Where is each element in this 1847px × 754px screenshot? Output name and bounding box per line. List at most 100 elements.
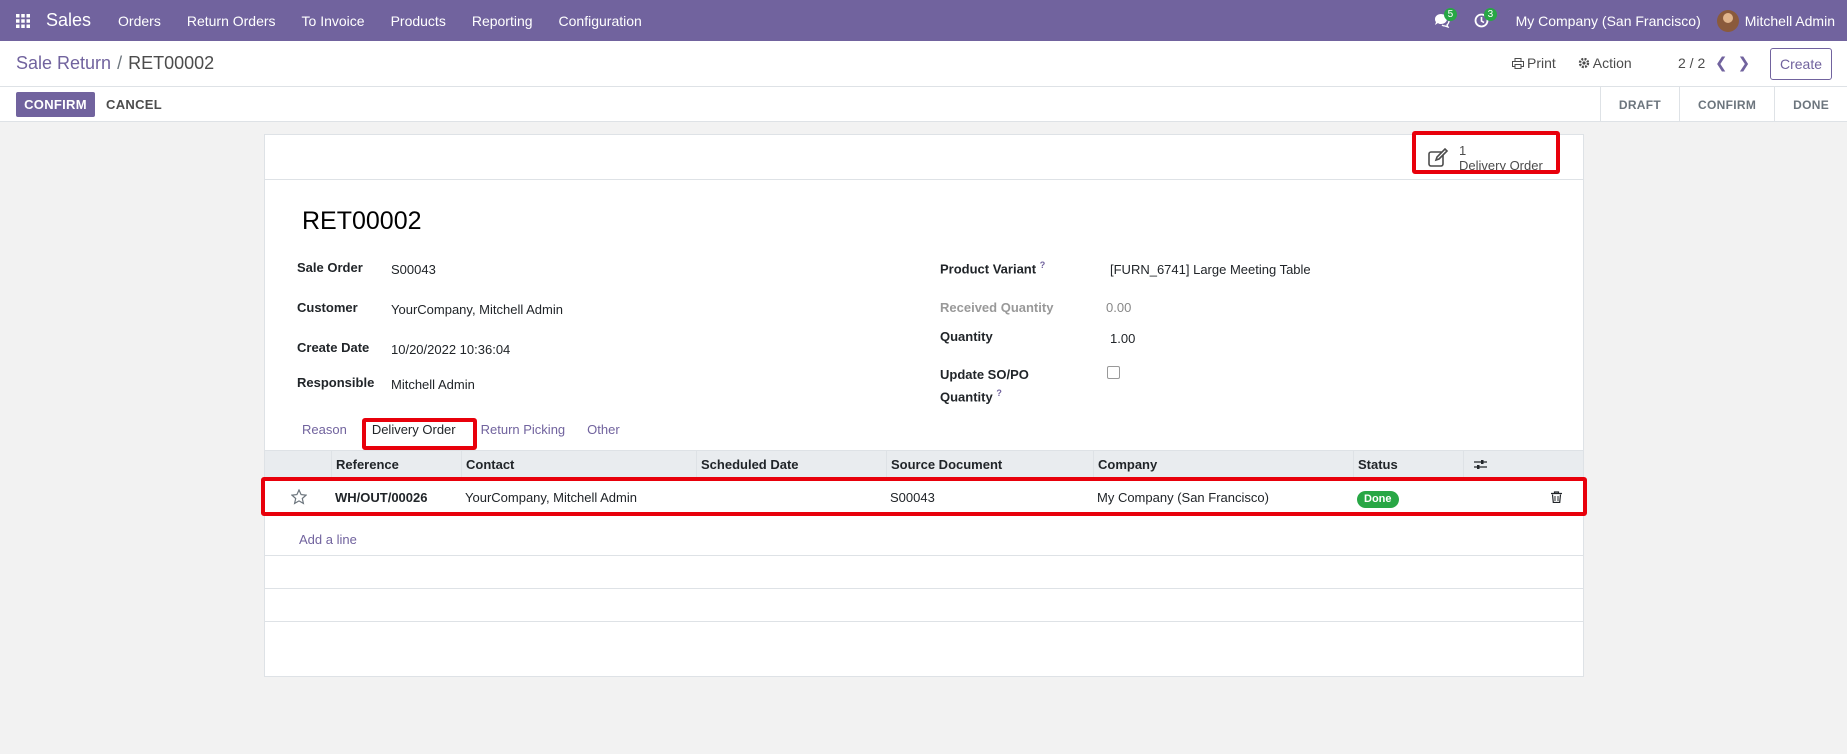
print-label: Print	[1527, 55, 1556, 71]
messages-button[interactable]: 5	[1428, 0, 1458, 41]
app-name[interactable]: Sales	[46, 10, 105, 31]
cell-scheduled-date	[696, 481, 700, 514]
customer-label: Customer	[297, 300, 358, 315]
notebook-tabs: Reason Delivery Order Return Picking Oth…	[291, 417, 631, 443]
stage-done[interactable]: DONE	[1774, 87, 1847, 122]
menu-products[interactable]: Products	[378, 13, 459, 29]
create-button[interactable]: Create	[1770, 48, 1832, 80]
col-contact[interactable]: Contact	[461, 451, 696, 479]
trash-icon[interactable]	[1547, 481, 1562, 514]
company-switcher[interactable]: My Company (San Francisco)	[1516, 13, 1701, 29]
quantity-value[interactable]: 1.00	[1110, 331, 1135, 346]
breadcrumb-parent[interactable]: Sale Return	[16, 53, 111, 73]
cell-reference: WH/OUT/00026	[335, 490, 428, 505]
update-qty-label-line1: Update SO/PO	[940, 367, 1029, 382]
update-qty-checkbox[interactable]	[1107, 366, 1120, 379]
button-box: 1 Delivery Order	[265, 135, 1583, 180]
activities-button[interactable]: 3	[1468, 0, 1498, 41]
avatar	[1716, 9, 1739, 32]
table-row[interactable]: WH/OUT/00026 YourCompany, Mitchell Admin…	[265, 481, 1583, 514]
smart-button-text: 1 Delivery Order	[1459, 143, 1543, 173]
star-icon[interactable]	[290, 481, 321, 514]
control-panel: Sale Return / RET00002 Print Action 2 / 2 …	[0, 41, 1847, 87]
menu-reporting[interactable]: Reporting	[459, 13, 546, 29]
help-mark[interactable]: ?	[996, 388, 1002, 398]
col-scheduled-date[interactable]: Scheduled Date	[696, 451, 886, 479]
delivery-order-smart-button[interactable]: 1 Delivery Order	[1419, 135, 1556, 180]
tab-other[interactable]: Other	[576, 417, 631, 443]
stage-confirm[interactable]: CONFIRM	[1679, 87, 1774, 122]
col-reference[interactable]: Reference	[331, 451, 461, 479]
confirm-button[interactable]: CONFIRM	[16, 92, 95, 117]
print-icon	[1512, 58, 1524, 69]
tab-reason[interactable]: Reason	[291, 417, 358, 443]
user-menu[interactable]: Mitchell Admin	[1716, 9, 1835, 32]
breadcrumb-current: RET00002	[128, 53, 215, 73]
navbar-systray: 5 3 My Company (San Francisco) Mitchell …	[1422, 0, 1847, 41]
status-bar: CONFIRM CANCEL DRAFT CONFIRM DONE	[0, 87, 1847, 122]
control-actions: Print Action	[1512, 55, 1632, 71]
cell-company: My Company (San Francisco)	[1097, 490, 1269, 505]
tab-delivery-order[interactable]: Delivery Order	[361, 417, 467, 443]
edit-icon	[1419, 147, 1459, 168]
table-header: Reference Contact Scheduled Date Source …	[265, 450, 1583, 480]
user-name: Mitchell Admin	[1744, 12, 1835, 29]
cancel-button[interactable]: CANCEL	[106, 92, 162, 117]
customer-value[interactable]: YourCompany, Mitchell Admin	[391, 302, 563, 317]
sale-order-value[interactable]: S00043	[391, 262, 436, 277]
gear-icon	[1578, 57, 1589, 69]
form-sheet: 1 Delivery Order RET00002 Sale Order S00…	[261, 131, 1587, 677]
menu-configuration[interactable]: Configuration	[546, 13, 655, 29]
update-qty-label: Update SO/PO Quantity ?	[940, 365, 1029, 406]
cell-contact: YourCompany, Mitchell Admin	[465, 490, 637, 505]
smart-button-label: Delivery Order	[1459, 157, 1543, 173]
status-badge: Done	[1357, 491, 1399, 508]
quantity-label: Quantity	[940, 329, 993, 344]
column-settings-button[interactable]	[1463, 451, 1583, 479]
sliders-icon	[1474, 460, 1487, 469]
col-company[interactable]: Company	[1093, 451, 1353, 479]
help-mark[interactable]: ?	[1040, 260, 1046, 270]
chevron-right-icon[interactable]: ❯	[1738, 54, 1751, 72]
add-line-row	[265, 514, 1583, 556]
sale-order-label: Sale Order	[297, 260, 363, 275]
apps-menu-icon[interactable]	[0, 0, 46, 41]
main-menu: Orders Return Orders To Invoice Products…	[105, 13, 655, 29]
smart-button-count: 1	[1459, 142, 1467, 158]
received-qty-value: 0.00	[1106, 300, 1132, 315]
empty-row	[265, 556, 1583, 589]
create-date-label: Create Date	[297, 340, 370, 355]
record-title: RET00002	[302, 207, 422, 235]
activities-badge: 3	[1483, 8, 1498, 21]
menu-return-orders[interactable]: Return Orders	[174, 13, 289, 29]
cell-status: Done	[1353, 481, 1399, 514]
print-button[interactable]: Print	[1512, 55, 1556, 71]
tab-return-picking[interactable]: Return Picking	[470, 417, 577, 443]
menu-to-invoice[interactable]: To Invoice	[289, 13, 378, 29]
action-label: Action	[1592, 55, 1632, 71]
empty-row	[265, 589, 1583, 622]
cell-source-document: S00043	[890, 490, 935, 505]
stage-pipeline: DRAFT CONFIRM DONE	[1599, 87, 1847, 122]
create-date-value[interactable]: 10/20/2022 10:36:04	[391, 342, 510, 357]
pager-nav: ❮ ❯	[1715, 54, 1750, 72]
action-button[interactable]: Action	[1578, 55, 1632, 71]
pager-value[interactable]: 2 / 2	[1678, 55, 1705, 71]
messages-badge: 5	[1443, 8, 1458, 21]
received-qty-label: Received Quantity	[940, 300, 1054, 315]
breadcrumb: Sale Return / RET00002	[16, 53, 214, 74]
responsible-label: Responsible	[297, 375, 375, 390]
product-variant-value[interactable]: [FURN_6741] Large Meeting Table	[1110, 262, 1311, 277]
chevron-left-icon[interactable]: ❮	[1715, 54, 1728, 72]
breadcrumb-separator: /	[117, 53, 123, 73]
update-qty-label-line2: Quantity	[940, 389, 993, 405]
product-variant-label: Product Variant ?	[940, 260, 1045, 276]
col-status[interactable]: Status	[1353, 451, 1463, 479]
col-source-document[interactable]: Source Document	[886, 451, 1093, 479]
responsible-value[interactable]: Mitchell Admin	[391, 377, 475, 392]
stage-draft[interactable]: DRAFT	[1599, 87, 1679, 122]
product-variant-label-text: Product Variant	[940, 261, 1037, 277]
menu-orders[interactable]: Orders	[105, 13, 174, 29]
col-favorite	[265, 451, 331, 479]
top-navbar: Sales Orders Return Orders To Invoice Pr…	[0, 0, 1847, 41]
